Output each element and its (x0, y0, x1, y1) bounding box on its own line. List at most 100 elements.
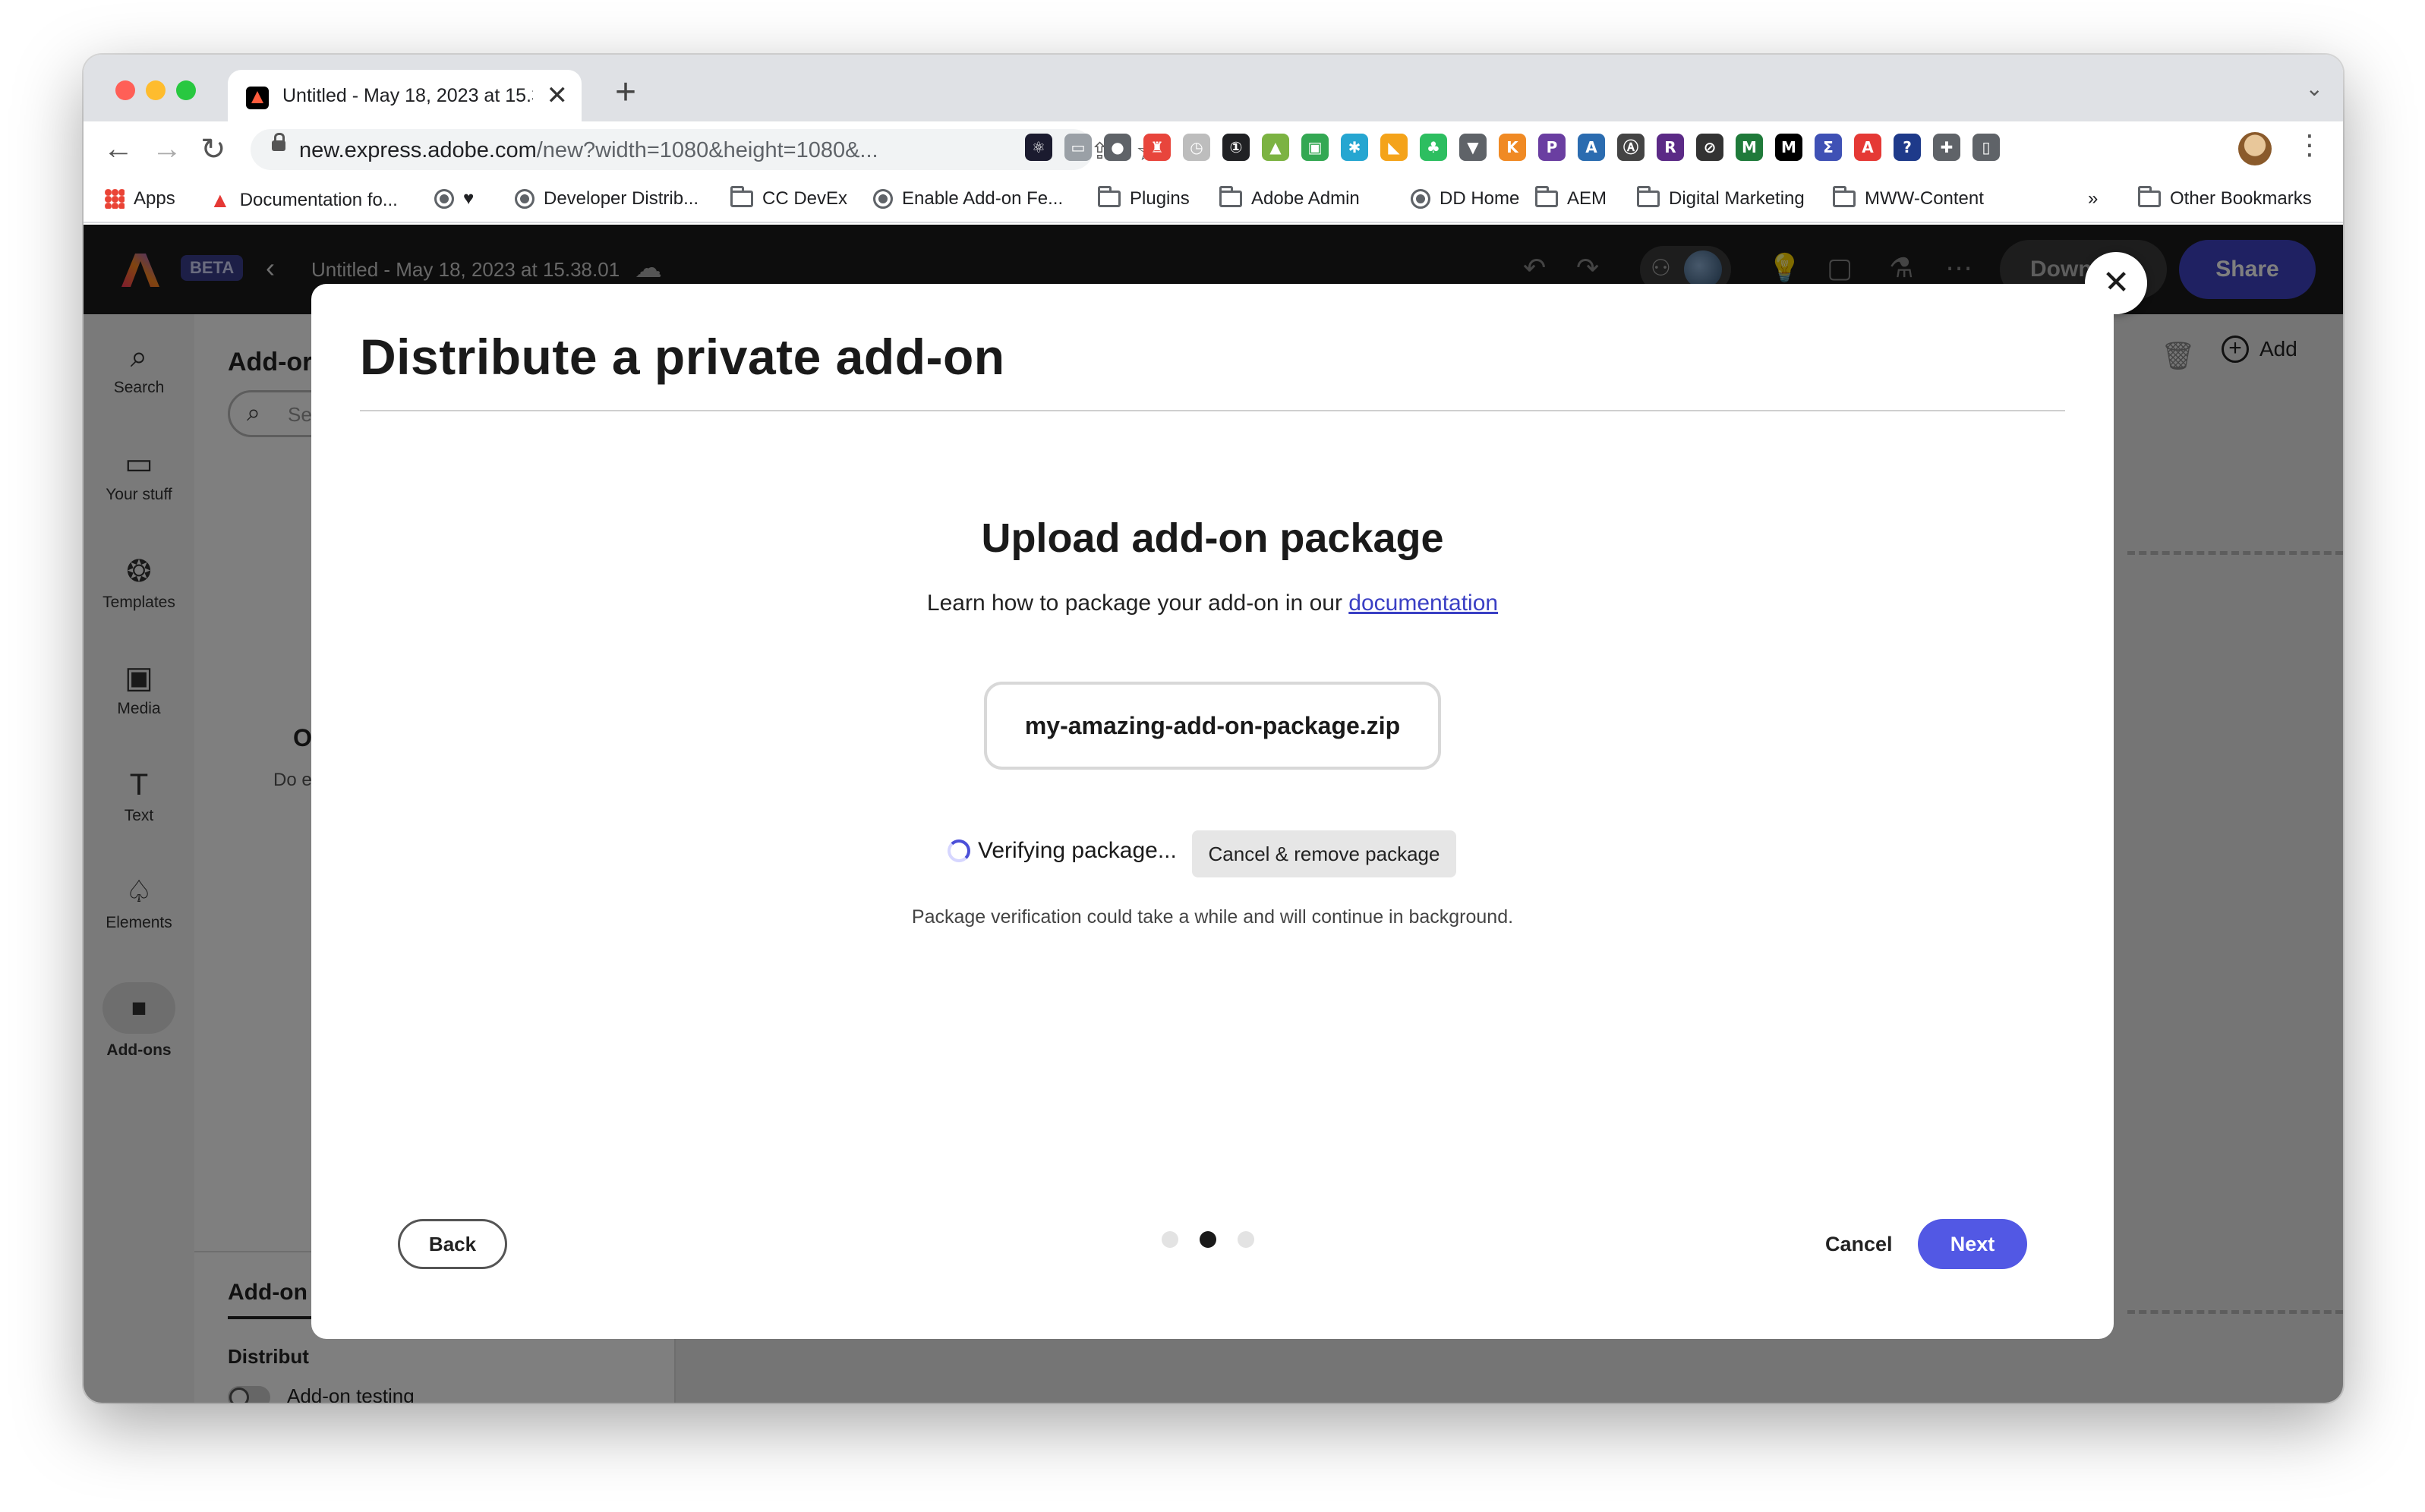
folder-icon (1219, 186, 1242, 207)
close-window-button[interactable] (115, 80, 135, 100)
folder-icon (2138, 186, 2161, 207)
timer-icon[interactable]: ◷ (1183, 134, 1210, 161)
minimize-window-button[interactable] (146, 80, 166, 100)
frame-icon[interactable]: ▣ (1301, 134, 1329, 161)
bookmark-label: Digital Marketing (1669, 188, 1805, 209)
browser-toolbar: ← → ↻ new.express.adobe.com/new?width=10… (84, 121, 2343, 178)
globe-icon (434, 189, 454, 209)
globe-icon (515, 189, 535, 209)
folder-icon (1833, 186, 1856, 207)
bookmarks-overflow-icon[interactable]: » (2088, 188, 2098, 209)
verify-status: Verifying package... (948, 838, 1177, 864)
a-circle-icon[interactable]: Ⓐ (1617, 134, 1645, 161)
rss-icon[interactable]: ◣ (1380, 134, 1408, 161)
step-dot (1238, 1231, 1254, 1248)
other-bookmarks[interactable]: Other Bookmarks (2138, 186, 2312, 209)
sidepanel-icon[interactable]: ▯ (1972, 134, 2000, 161)
react-icon[interactable]: ⚛ (1025, 134, 1052, 161)
divider (360, 410, 2065, 411)
bookmark-item[interactable]: ♥ (434, 188, 474, 209)
browser-menu-icon[interactable]: ⋮ (2296, 129, 2323, 161)
bookmark-item[interactable]: AEM (1535, 186, 1607, 209)
documentation-link[interactable]: documentation (1348, 591, 1498, 616)
next-button[interactable]: Next (1918, 1219, 2027, 1269)
android-icon[interactable]: ▲ (1262, 134, 1289, 161)
onepassword-icon[interactable]: ① (1222, 134, 1250, 161)
screen-icon[interactable]: ▭ (1064, 134, 1092, 161)
p-badge-icon[interactable]: P (1538, 134, 1566, 161)
bookmark-item[interactable]: MWW-Content (1833, 186, 1984, 209)
bookmark-item[interactable]: DD Home (1411, 188, 1519, 209)
bookmark-item[interactable]: Adobe Admin (1219, 186, 1360, 209)
verify-note: Package verification could take a while … (911, 906, 1514, 928)
adobe-icon: ▲ (210, 188, 231, 212)
lock-icon[interactable] (272, 133, 285, 151)
puzzle-icon[interactable]: ✚ (1933, 134, 1960, 161)
bookmark-label: Documentation fo... (239, 190, 398, 210)
bookmark-label: Adobe Admin (1251, 188, 1360, 209)
url-text[interactable]: new.express.adobe.com/new?width=1080&hei… (299, 138, 878, 163)
lighthouse-icon[interactable]: ♜ (1143, 134, 1171, 161)
modal-title: Distribute a private add-on (360, 329, 1005, 385)
bookmark-item[interactable]: Apps (105, 188, 175, 209)
profile-avatar[interactable] (2238, 132, 2272, 165)
cancel-button[interactable]: Cancel (1825, 1233, 1893, 1256)
learn-text: Learn how to package your add-on in our … (926, 591, 1499, 616)
globe-icon (1411, 189, 1430, 209)
bookmark-item[interactable]: Developer Distrib... (515, 188, 698, 209)
folder-icon (1098, 186, 1121, 207)
vue-icon[interactable]: ▼ (1459, 134, 1487, 161)
bookmark-label: DD Home (1440, 188, 1520, 209)
distribute-modal: Distribute a private add-on Upload add-o… (311, 284, 2114, 1339)
new-tab-button[interactable]: + (615, 71, 636, 113)
maximize-window-button[interactable] (176, 80, 196, 100)
a-brackets-icon[interactable]: A (1578, 134, 1605, 161)
adobe-ext-icon[interactable]: A (1854, 134, 1881, 161)
adobe-express-favicon-icon (246, 87, 269, 109)
folder-icon (1637, 186, 1660, 207)
reload-icon[interactable]: ↻ (200, 132, 226, 167)
package-file-name: my-amazing-add-on-package.zip (984, 682, 1441, 770)
step-dot (1162, 1231, 1178, 1248)
browser-tab[interactable]: Untitled - May 18, 2023 at 15.38.01 ✕ (228, 70, 582, 121)
evernote-icon[interactable]: ♣ (1420, 134, 1447, 161)
bookmark-item[interactable]: Enable Add-on Fe... (873, 188, 1063, 209)
address-bar[interactable]: new.express.adobe.com/new?width=1080&hei… (251, 129, 1160, 170)
apps-grid-icon (105, 189, 125, 209)
bookmark-label: Enable Add-on Fe... (902, 188, 1064, 209)
folder-icon (730, 186, 753, 207)
bookmark-label: CC DevEx (762, 188, 848, 209)
sigma-icon[interactable]: Σ (1815, 134, 1842, 161)
chevron-down-icon[interactable]: ⌄ (2306, 76, 2323, 101)
bookmark-item[interactable]: Plugins (1098, 186, 1190, 209)
m-icon[interactable]: M (1736, 134, 1763, 161)
verify-text: Verifying package... (978, 838, 1177, 863)
step-dot (1200, 1231, 1216, 1248)
cancel-remove-package-button[interactable]: Cancel & remove package (1192, 830, 1456, 877)
blocked-icon[interactable]: ⊘ (1696, 134, 1723, 161)
back-button[interactable]: Back (398, 1219, 507, 1269)
upload-section-title: Upload add-on package (981, 515, 1444, 561)
forward-arrow-icon[interactable]: → (152, 132, 182, 166)
bookmark-item[interactable]: Digital Marketing (1637, 186, 1805, 209)
r-icon[interactable]: R (1657, 134, 1684, 161)
spinner-icon (948, 839, 970, 862)
bookmark-item[interactable]: ▲ Documentation fo... (210, 188, 398, 213)
back-arrow-icon[interactable]: ← (103, 132, 134, 166)
bookmark-label: Developer Distrib... (544, 188, 699, 209)
ext-orange-icon[interactable]: K (1499, 134, 1526, 161)
bookmark-label: Apps (134, 188, 175, 209)
medium-icon[interactable]: M (1775, 134, 1802, 161)
tab-title: Untitled - May 18, 2023 at 15.38.01 (282, 85, 533, 106)
tab-close-icon[interactable]: ✕ (547, 80, 569, 111)
bookmarks-bar: » Other Bookmarks Apps ▲ Documentation fo.… (84, 178, 2343, 223)
folder-icon (1535, 186, 1558, 207)
bag-icon[interactable]: ? (1894, 134, 1921, 161)
bookmark-label: Plugins (1130, 188, 1190, 209)
bookmark-item[interactable]: CC DevEx (730, 186, 848, 209)
globe-icon (873, 189, 893, 209)
tab-strip: Untitled - May 18, 2023 at 15.38.01 ✕ + … (84, 55, 2343, 121)
asterisk-icon[interactable]: ✱ (1341, 134, 1368, 161)
chat-badge-icon[interactable]: ● (1104, 134, 1131, 161)
extensions-row: ⚛ ▭ ● ♜ ◷ ① ▲ ▣ ✱ ◣ ♣ ▼ K P A Ⓐ R ⊘ M M Σ A? ✚ ▯ (1025, 134, 2000, 167)
